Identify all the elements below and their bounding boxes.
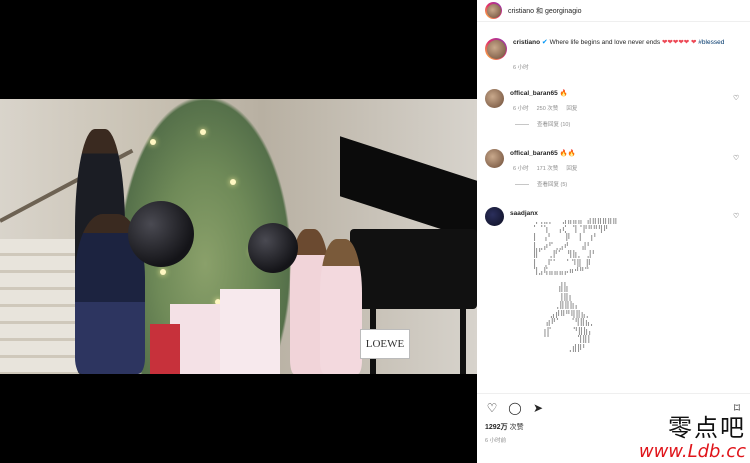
- view-replies-button[interactable]: 查看回复 (5): [515, 180, 747, 188]
- comment-likes[interactable]: 250 次赞: [537, 104, 559, 112]
- watermark-url: www.Ldb.cc: [638, 441, 746, 462]
- post-authors[interactable]: cristiano 和 georginagio: [508, 6, 582, 16]
- comment-item: offical_baran65 🔥 6 小时 250 次赞 回复 查看回复 (1…: [485, 89, 747, 128]
- caption-meta: 6 小时: [513, 63, 747, 71]
- child-figure: [320, 239, 362, 374]
- avatar[interactable]: [485, 149, 504, 168]
- tree-light: [150, 139, 156, 145]
- view-replies-label: 查看回复 (10): [537, 122, 571, 128]
- comment-username[interactable]: offical_baran65: [510, 90, 558, 97]
- site-watermark: 零点吧 www.Ldb.cc: [639, 408, 746, 462]
- comment-icon[interactable]: ◯: [508, 401, 522, 415]
- comments-section: cristiano ✔ Where life begins and love n…: [477, 22, 750, 393]
- caption-hearts: ❤❤❤❤❤: [661, 39, 690, 46]
- comment-like-heart-icon[interactable]: ♡: [733, 213, 741, 221]
- comment-item: offical_baran65 🔥🔥 6 小时 171 次赞 回复 查看回复 (…: [485, 149, 747, 188]
- action-icons: ♡ ◯ ➤: [485, 401, 545, 415]
- share-icon[interactable]: ➤: [531, 401, 545, 415]
- avatar[interactable]: [486, 39, 506, 59]
- gift-box: [220, 289, 280, 374]
- caption-body: Where life begins and love never ends: [549, 39, 661, 46]
- verified-badge-icon: ✔: [541, 39, 548, 46]
- instagram-post-viewer: LOEWE cristiano 和 georginagio cristiano …: [0, 0, 750, 463]
- header-avatar-ring[interactable]: [485, 2, 502, 19]
- caption-heart: ❤: [691, 39, 697, 46]
- tree-light: [230, 179, 236, 185]
- comment-username[interactable]: offical_baran65: [510, 150, 558, 157]
- caption: cristiano ✔ Where life begins and love n…: [485, 38, 747, 71]
- post-details-panel: cristiano 和 georginagio cristiano ✔ Wher…: [477, 0, 750, 463]
- post-time: 6 小时前: [485, 438, 507, 444]
- loewe-gift-label: LOEWE: [360, 329, 410, 359]
- reply-button[interactable]: 回复: [566, 104, 577, 112]
- hashtag-link[interactable]: #blessed: [698, 39, 724, 46]
- comment-item: saadjanx ⢀⢀⣀⡀ ⣠⣤⣤⣤ ⣴⣶⣶⣶⣶⣶ ⠁⠈⢱ ⢠⢎⠀⢹⠈⡟⠛⠛⢻⠟…: [485, 207, 747, 352]
- caption-avatar-ring[interactable]: [485, 38, 507, 60]
- comment-like-heart-icon[interactable]: ♡: [733, 95, 741, 103]
- watermark-cn: 零点吧: [668, 414, 746, 442]
- reply-button[interactable]: 回复: [566, 164, 577, 172]
- tree-light: [200, 129, 206, 135]
- heart-icon[interactable]: ♡: [485, 401, 499, 415]
- gift-box: [150, 324, 180, 374]
- ascii-art-comment: ⢀⢀⣀⡀ ⣠⣤⣤⣤ ⣴⣶⣶⣶⣶⣶ ⠁⠈⢱ ⢠⢎⠀⢹⠈⡟⠛⠛⢻⠟ ⡇ ⢠⠃ ⡿ ⡇…: [533, 216, 618, 352]
- caption-time: 6 小时: [513, 65, 529, 71]
- gender-reveal-balloon: [248, 223, 298, 273]
- gender-reveal-balloon: [128, 201, 194, 267]
- avatar[interactable]: [486, 3, 501, 18]
- comment-like-heart-icon[interactable]: ♡: [733, 155, 741, 163]
- comment-body: 🔥🔥: [559, 150, 576, 157]
- media-area: LOEWE: [0, 0, 477, 463]
- comment-time: 6 小时: [513, 166, 529, 172]
- comment-likes[interactable]: 171 次赞: [537, 164, 559, 172]
- post-header: cristiano 和 georginagio: [477, 0, 750, 22]
- likes-count[interactable]: 1292万 次赞: [485, 422, 524, 432]
- tree-light: [160, 269, 166, 275]
- caption-username[interactable]: cristiano: [513, 39, 540, 46]
- avatar[interactable]: [485, 89, 504, 108]
- avatar[interactable]: [485, 207, 504, 226]
- view-replies-label: 查看回复 (5): [537, 182, 568, 188]
- comment-time: 6 小时: [513, 106, 529, 112]
- view-replies-button[interactable]: 查看回复 (10): [515, 120, 747, 128]
- comment-body: 🔥: [559, 90, 568, 97]
- caption-text: cristiano ✔ Where life begins and love n…: [513, 38, 733, 60]
- post-video[interactable]: LOEWE: [0, 99, 477, 374]
